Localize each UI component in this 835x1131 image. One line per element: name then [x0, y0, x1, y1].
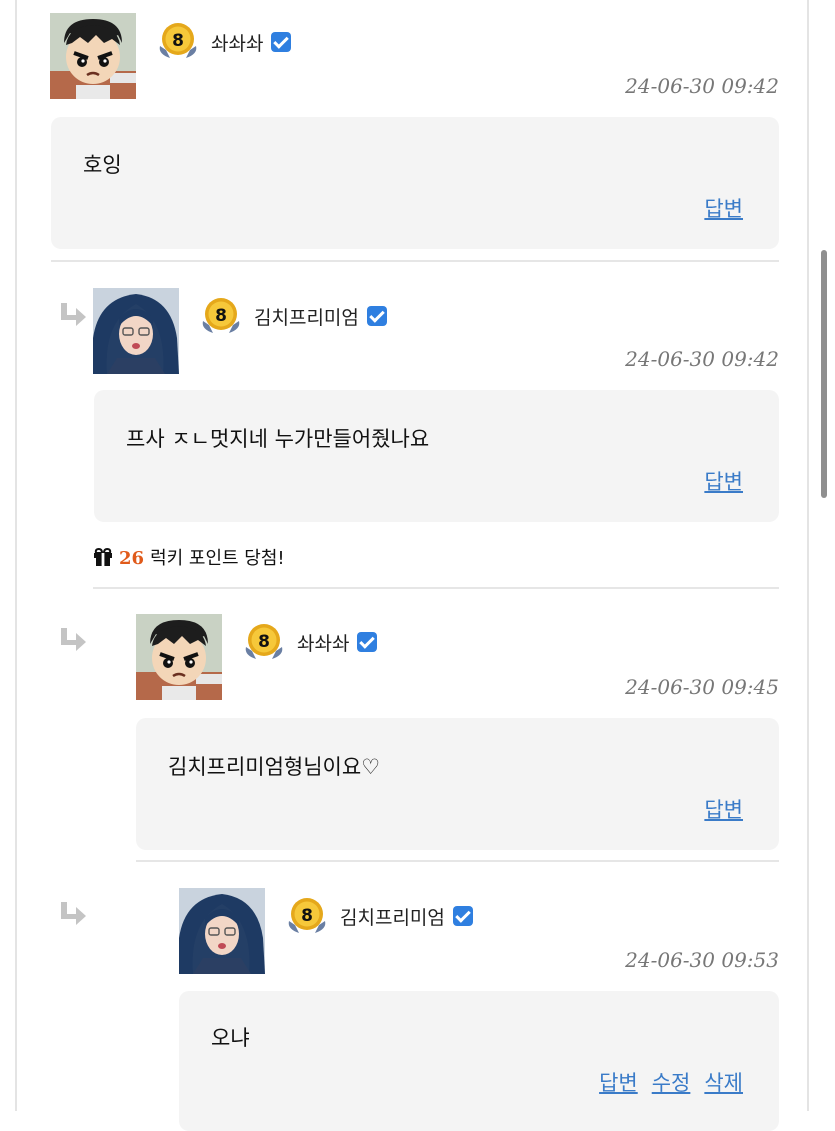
- comment-timestamp: 24-06-30 09:42: [625, 74, 779, 98]
- comment-actions: 답변: [690, 466, 743, 496]
- delete-link[interactable]: 삭제: [704, 1071, 743, 1095]
- svg-text:8: 8: [215, 306, 227, 326]
- avatar-photo[interactable]: [93, 288, 179, 374]
- scrollbar-thumb[interactable]: [821, 250, 827, 498]
- comment-text: 오냐: [211, 1026, 250, 1050]
- reply-link[interactable]: 답변: [599, 1071, 638, 1095]
- comment-timestamp: 24-06-30 09:42: [625, 347, 779, 371]
- svg-text:8: 8: [258, 632, 270, 652]
- reply-arrow-icon: [61, 628, 86, 651]
- comment-divider: [93, 587, 779, 589]
- reply-link[interactable]: 답변: [704, 197, 743, 221]
- content-border-left: [15, 0, 17, 1111]
- comment-bubble: 프사 ㅈㄴ멋지네 누가만들어줬나요 답변: [94, 390, 779, 522]
- verified-check-icon: [452, 906, 473, 926]
- verified-check-icon: [366, 306, 387, 326]
- comment-text: 프사 ㅈㄴ멋지네 누가만들어줬나요: [126, 427, 430, 451]
- comment-text: 김치프리미엄형님이요♡: [168, 755, 381, 779]
- username[interactable]: 솨솨솨: [297, 632, 378, 654]
- comment-actions: 답변 수정 삭제: [585, 1067, 743, 1097]
- avatar-cartoon[interactable]: [136, 614, 222, 700]
- comment-divider: [136, 860, 779, 862]
- comment-actions: 답변: [690, 193, 743, 223]
- comment-text: 호잉: [83, 153, 122, 177]
- reply-link[interactable]: 답변: [704, 470, 743, 494]
- comment-divider: [51, 260, 779, 262]
- reply-link[interactable]: 답변: [704, 798, 743, 822]
- comment-bubble: 호잉 답변: [51, 117, 779, 249]
- svg-text:8: 8: [172, 31, 184, 51]
- avatar-cartoon[interactable]: [50, 13, 136, 99]
- level-badge-icon: 8: [202, 298, 240, 333]
- comment-bubble: 김치프리미엄형님이요♡ 답변: [136, 718, 779, 850]
- reply-arrow-icon: [61, 902, 86, 925]
- gift-icon: [94, 548, 112, 566]
- avatar-photo[interactable]: [179, 888, 265, 974]
- verified-check-icon: [271, 32, 292, 52]
- verified-check-icon: [357, 632, 378, 652]
- level-badge-icon: 8: [245, 624, 283, 659]
- reply-arrow-icon: [61, 303, 86, 326]
- comment-actions: 답변: [690, 794, 743, 824]
- comment-bubble: 오냐 답변 수정 삭제: [179, 991, 779, 1131]
- username[interactable]: 솨솨솨: [211, 32, 292, 54]
- content-border-right: [807, 0, 809, 1111]
- lucky-point-amount: 26: [119, 548, 145, 569]
- level-badge-icon: 8: [159, 23, 197, 58]
- lucky-point-notice: 26 럭키 포인트 당첨!: [93, 544, 285, 570]
- comment-timestamp: 24-06-30 09:53: [625, 948, 779, 972]
- level-badge-icon: 8: [288, 898, 326, 933]
- svg-text:8: 8: [301, 906, 313, 926]
- lucky-point-text: 럭키 포인트 당첨!: [150, 548, 285, 569]
- username[interactable]: 김치프리미엄: [340, 906, 473, 928]
- username[interactable]: 김치프리미엄: [254, 306, 387, 328]
- comment-timestamp: 24-06-30 09:45: [625, 675, 779, 699]
- edit-link[interactable]: 수정: [652, 1071, 691, 1095]
